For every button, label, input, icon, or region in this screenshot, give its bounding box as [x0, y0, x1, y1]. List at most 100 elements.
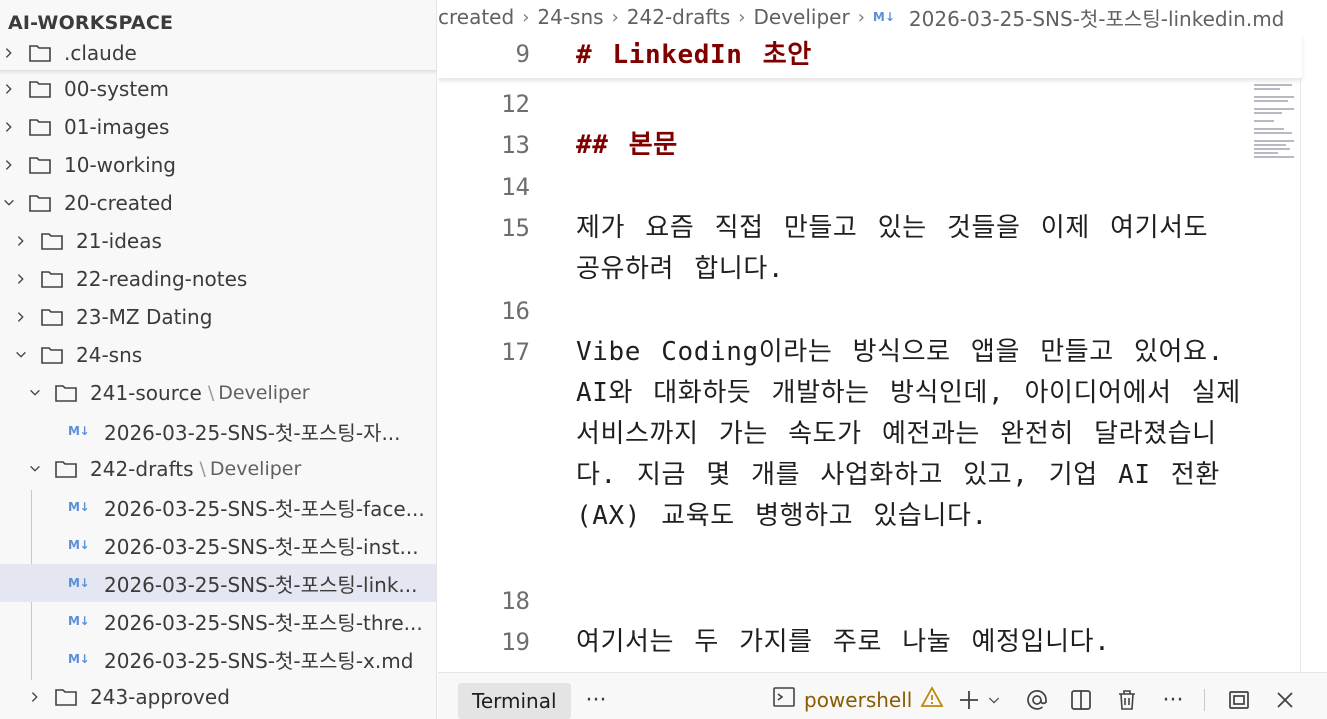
terminal-icon — [772, 685, 796, 715]
terminal-shell-label: powershell — [804, 688, 913, 712]
line-number: 16 — [501, 297, 530, 325]
code-line-text: # LinkedIn 초안 — [576, 40, 812, 70]
editor-scrollbar[interactable] — [1300, 34, 1301, 672]
markdown-icon: M↓ — [68, 538, 90, 552]
tree-item-linkedin-md[interactable]: M↓ 2026-03-25-SNS-첫-포스팅-link... — [0, 564, 436, 602]
breadcrumb-item[interactable]: created — [438, 5, 514, 29]
breadcrumb-item[interactable]: Develiper — [754, 5, 850, 29]
tree-item-00-system[interactable]: 00-system — [0, 70, 436, 108]
tree-item-24-sns[interactable]: 24-sns — [0, 336, 436, 374]
breadcrumb-item[interactable]: 24-sns — [537, 5, 603, 29]
line-number: 12 — [501, 90, 530, 118]
tree-item-01-images[interactable]: 01-images — [0, 108, 436, 146]
split-icon[interactable] — [1066, 683, 1096, 717]
code-line[interactable]: 13 ## 본문 — [438, 125, 1302, 160]
chevron-right-icon: › — [611, 6, 619, 28]
bottom-panel: Terminal ··· powershell ··· — [438, 672, 1327, 719]
line-number: 13 — [501, 131, 530, 159]
sticky-scroll-line[interactable]: 9 # LinkedIn 초안 — [438, 34, 1302, 78]
tree-item-source-md[interactable]: M↓ 2026-03-25-SNS-첫-포스팅-자... — [0, 412, 436, 450]
tree-item-10-working[interactable]: 10-working — [0, 146, 436, 184]
tree-item-threads-md[interactable]: M↓ 2026-03-25-SNS-첫-포스팅-thre... — [0, 602, 436, 640]
code-line-text: 제가 요즘 직접 만들고 있는 것들을 이제 여기서도 공유하려 합니다. — [576, 213, 1209, 284]
tree-item-243-approved[interactable]: 243-approved — [0, 678, 436, 716]
tree-item-label: 2026-03-25-SNS-첫-포스팅-link... — [104, 572, 418, 597]
tree-item-label: 10-working — [64, 153, 176, 177]
warning-icon — [920, 685, 944, 715]
line-number: 14 — [501, 173, 530, 201]
tree-item-label: 243-approved — [90, 685, 230, 709]
tree-item-label: 23-MZ Dating — [76, 305, 213, 329]
tree-item-label: 242-drafts — [90, 457, 194, 481]
tree-item-label: .claude — [64, 41, 137, 65]
tree-item-label: 20-created — [64, 191, 173, 215]
copilot-icon[interactable] — [1022, 683, 1052, 717]
explorer-sidebar: AI-WORKSPACE .claude 00-system 01-images… — [0, 0, 437, 719]
markdown-icon: M↓ — [68, 576, 90, 590]
tree-item-claude[interactable]: .claude — [0, 36, 436, 71]
tree-item-242-drafts[interactable]: 242-drafts \ Develiper — [0, 450, 436, 488]
tree-item-facebook-md[interactable]: M↓ 2026-03-25-SNS-첫-포스팅-face... — [0, 488, 436, 526]
folder-icon — [40, 345, 64, 365]
chevron-right-icon: › — [522, 6, 530, 28]
chevron-down-icon — [2, 193, 16, 213]
tab-terminal[interactable]: Terminal — [458, 683, 571, 719]
breadcrumb-item[interactable]: 242-drafts — [627, 5, 731, 29]
folder-icon — [28, 117, 52, 137]
chevron-right-icon — [28, 687, 42, 707]
code-line[interactable]: 18 — [438, 581, 1302, 615]
chevron-right-icon — [2, 43, 16, 63]
close-icon[interactable] — [1270, 683, 1300, 717]
code-line[interactable]: 15 제가 요즘 직접 만들고 있는 것들을 이제 여기서도 공유하려 합니다. — [438, 208, 1302, 284]
folder-icon — [54, 383, 78, 403]
more-icon[interactable]: ··· — [582, 683, 610, 717]
tree-item-20-created[interactable]: 20-created — [0, 184, 436, 222]
folder-icon — [40, 231, 64, 251]
chevron-down-icon — [28, 383, 42, 403]
trash-icon[interactable] — [1112, 683, 1142, 717]
editor-pane[interactable]: created › 24-sns › 242-drafts › Develipe… — [438, 0, 1327, 672]
code-line[interactable]: 16 — [438, 291, 1302, 325]
code-line[interactable]: 17 Vibe Coding이라는 방식으로 앱을 만들고 있어요. AI와 대… — [438, 332, 1302, 531]
chevron-right-icon — [2, 117, 16, 137]
chevron-right-icon — [14, 269, 28, 289]
code-line[interactable]: 19 여기서는 두 가지를 주로 나눌 예정입니다. — [438, 622, 1302, 657]
code-line[interactable]: 14 — [438, 167, 1302, 201]
markdown-icon: M↓ — [68, 500, 90, 514]
folder-icon — [28, 193, 52, 213]
chevron-right-icon: › — [857, 6, 865, 28]
folder-icon — [28, 43, 52, 63]
breadcrumb-file[interactable]: 2026-03-25-SNS-첫-포스팅-linkedin.md — [909, 3, 1284, 32]
add-icon[interactable] — [954, 683, 984, 717]
tree-item-23-mz-dating[interactable]: 23-MZ Dating — [0, 298, 436, 336]
tree-item-241-source[interactable]: 241-source \ Develiper — [0, 374, 436, 412]
terminal-selector[interactable]: powershell — [772, 683, 952, 717]
tree-item-21-ideas[interactable]: 21-ideas — [0, 222, 436, 260]
tree-item-label: 2026-03-25-SNS-첫-포스팅-inst... — [104, 534, 419, 559]
tree-item-instagram-md[interactable]: M↓ 2026-03-25-SNS-첫-포스팅-inst... — [0, 526, 436, 564]
breadcrumb: created › 24-sns › 242-drafts › Develipe… — [438, 0, 1327, 34]
tree-item-x-md[interactable]: M↓ 2026-03-25-SNS-첫-포스팅-x.md — [0, 640, 436, 678]
tree-item-label: 2026-03-25-SNS-첫-포스팅-face... — [104, 496, 425, 521]
markdown-icon: M↓ — [68, 424, 90, 438]
line-number: 15 — [501, 214, 530, 242]
tree-item-22-reading-notes[interactable]: 22-reading-notes — [0, 260, 436, 298]
line-number: 9 — [515, 40, 530, 68]
divider — [1204, 689, 1205, 711]
chevron-right-icon — [2, 79, 16, 99]
folder-icon — [54, 459, 78, 479]
folder-icon — [54, 687, 78, 707]
folder-icon — [40, 307, 64, 327]
maximize-icon[interactable] — [1224, 683, 1254, 717]
chevron-down-icon[interactable] — [986, 683, 1002, 717]
markdown-icon: M↓ — [68, 652, 90, 666]
chevron-down-icon — [14, 345, 28, 365]
more-icon[interactable]: ··· — [1158, 683, 1188, 717]
code-line[interactable]: 12 — [438, 84, 1302, 118]
chevron-right-icon — [2, 155, 16, 175]
chevron-down-icon — [28, 459, 42, 479]
tree-item-label: 01-images — [64, 115, 170, 139]
chevron-right-icon — [14, 307, 28, 327]
markdown-icon: M↓ — [68, 614, 90, 628]
tree-item-label: 00-system — [64, 77, 169, 101]
